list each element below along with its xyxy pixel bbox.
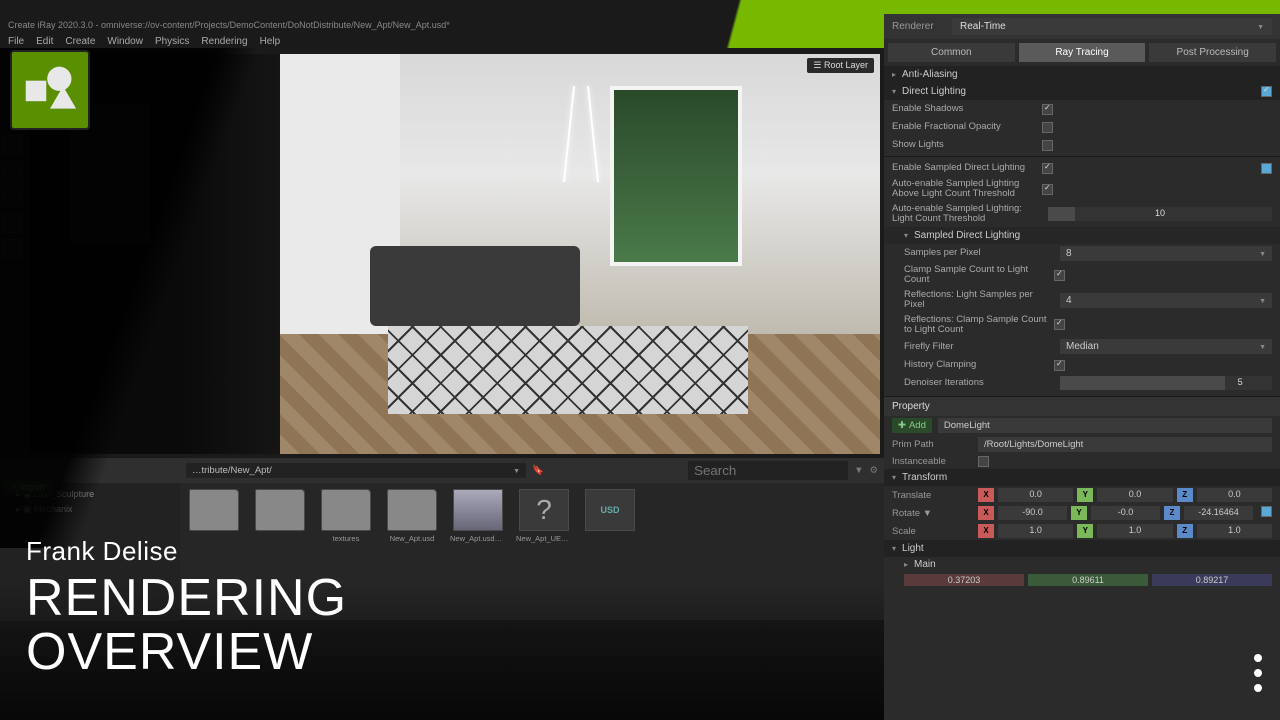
refl-light-samples-select[interactable]: 4	[1060, 293, 1272, 308]
tool-select-icon[interactable]	[2, 135, 22, 155]
filter-icon[interactable]: ▼	[854, 465, 863, 476]
add-button[interactable]: ✚Add	[892, 418, 932, 433]
rotate-xyz[interactable]: X-90.0Y-0.0Z-24.16464	[978, 506, 1272, 520]
property-name-field[interactable]: DomeLight	[938, 418, 1272, 433]
denoiser-iterations-slider[interactable]: 5	[1060, 376, 1272, 390]
section-transform[interactable]: ▾Transform	[884, 469, 1280, 486]
menu-file[interactable]: File	[8, 36, 24, 47]
tab-post-processing[interactable]: Post Processing	[1149, 43, 1276, 62]
menu-rendering[interactable]: Rendering	[201, 36, 247, 47]
folder-icon	[255, 489, 305, 531]
tree-item[interactable]: ▸ ▣ Mechanix	[4, 502, 176, 517]
renderer-tabs: Common Ray Tracing Post Processing	[884, 39, 1280, 66]
menu-edit[interactable]: Edit	[36, 36, 53, 47]
menubar: File Edit Create Window Physics Renderin…	[8, 36, 280, 47]
path-field[interactable]: …tribute/New_Apt/	[186, 463, 526, 478]
menu-window[interactable]: Window	[107, 36, 143, 47]
property-header: Property	[884, 397, 1280, 416]
left-toolbar	[2, 135, 26, 259]
samples-per-pixel-select[interactable]: 8	[1060, 246, 1272, 261]
section-anti-aliasing[interactable]: ▸Anti-Aliasing	[884, 66, 1280, 83]
direct-lighting-toggle[interactable]	[1261, 86, 1272, 97]
window-title: Create iRay 2020.3.0 - omniverse://ov-co…	[8, 20, 450, 30]
translate-xyz[interactable]: X0.0Y0.0Z0.0	[978, 488, 1272, 502]
folder-icon	[189, 489, 239, 531]
usd-icon: USD	[585, 489, 635, 531]
firefly-filter-select[interactable]: Median	[1060, 339, 1272, 354]
gear-icon[interactable]: ⚙	[869, 465, 878, 476]
app-logo	[10, 50, 90, 130]
menu-help[interactable]: Help	[260, 36, 281, 47]
bookmark-icon[interactable]: 🔖	[532, 465, 544, 476]
instanceable-check[interactable]	[978, 456, 989, 467]
section-light[interactable]: ▾Light	[884, 540, 1280, 557]
light-count-threshold-slider[interactable]: 10	[1048, 207, 1272, 221]
question-icon: ?	[519, 489, 569, 531]
file-item[interactable]	[186, 489, 242, 534]
search-input[interactable]	[688, 461, 848, 480]
tool-move-icon[interactable]	[2, 161, 22, 181]
auto-enable-sampled-check[interactable]	[1042, 184, 1053, 195]
menu-create[interactable]: Create	[65, 36, 95, 47]
file-item[interactable]: New_Apt.usd	[384, 489, 440, 543]
history-clamping-check[interactable]	[1054, 360, 1065, 371]
import-button[interactable]: + Import	[4, 480, 53, 494]
folder-icon	[321, 489, 371, 531]
fractional-opacity-check[interactable]	[1042, 122, 1053, 133]
sampled-direct-check[interactable]	[1042, 163, 1053, 174]
viewport[interactable]: ☰ Root Layer	[280, 54, 880, 454]
scale-xyz[interactable]: X1.0Y1.0Z1.0	[978, 524, 1272, 538]
menu-physics[interactable]: Physics	[155, 36, 189, 47]
video-title: RENDERINGOVERVIEW	[26, 571, 347, 680]
kebab-menu-icon[interactable]	[1254, 654, 1262, 692]
refl-clamp-check[interactable]	[1054, 319, 1065, 330]
file-item[interactable]: New_Apt.usd_omn_ned...	[450, 489, 506, 543]
sampled-direct-override[interactable]	[1261, 163, 1272, 174]
prim-path-field[interactable]: /Root/Lights/DomeLight	[978, 437, 1272, 452]
tab-common[interactable]: Common	[888, 43, 1015, 62]
author-name: Frank Delise	[26, 536, 347, 567]
renderer-mode-select[interactable]: Real-Time	[952, 18, 1272, 35]
property-panel: Property ✚Add DomeLight Prim Path/Root/L…	[884, 396, 1280, 588]
section-direct-lighting[interactable]: ▾Direct Lighting	[884, 83, 1280, 100]
file-item[interactable]	[252, 489, 308, 534]
plus-icon: ✚	[898, 420, 906, 431]
tab-ray-tracing[interactable]: Ray Tracing	[1019, 43, 1146, 62]
layers-icon: ☰	[813, 60, 824, 70]
render-scene	[280, 54, 880, 454]
scene-thumb-icon	[453, 489, 503, 531]
enable-shadows-check[interactable]	[1042, 104, 1053, 115]
show-lights-check[interactable]	[1042, 140, 1053, 151]
folder-icon	[387, 489, 437, 531]
layer-badge[interactable]: ☰ Root Layer	[807, 58, 874, 73]
clamp-sample-count-check[interactable]	[1054, 270, 1065, 281]
light-color[interactable]: 0.37203 0.89611 0.89217	[904, 574, 1272, 586]
file-item[interactable]: USD	[582, 489, 638, 534]
right-panel: Renderer Real-Time Common Ray Tracing Po…	[884, 14, 1280, 720]
tool-snap-icon[interactable]	[2, 239, 22, 259]
rotate-reset[interactable]	[1261, 506, 1272, 517]
file-item[interactable]: ?New_Apt_UE4.usd	[516, 489, 572, 543]
renderer-label: Renderer	[892, 21, 952, 32]
tool-rotate-icon[interactable]	[2, 187, 22, 207]
section-sampled-direct[interactable]: ▾Sampled Direct Lighting	[884, 227, 1280, 244]
overlay-caption: Frank Delise RENDERINGOVERVIEW	[26, 536, 347, 680]
tool-scale-icon[interactable]	[2, 213, 22, 233]
